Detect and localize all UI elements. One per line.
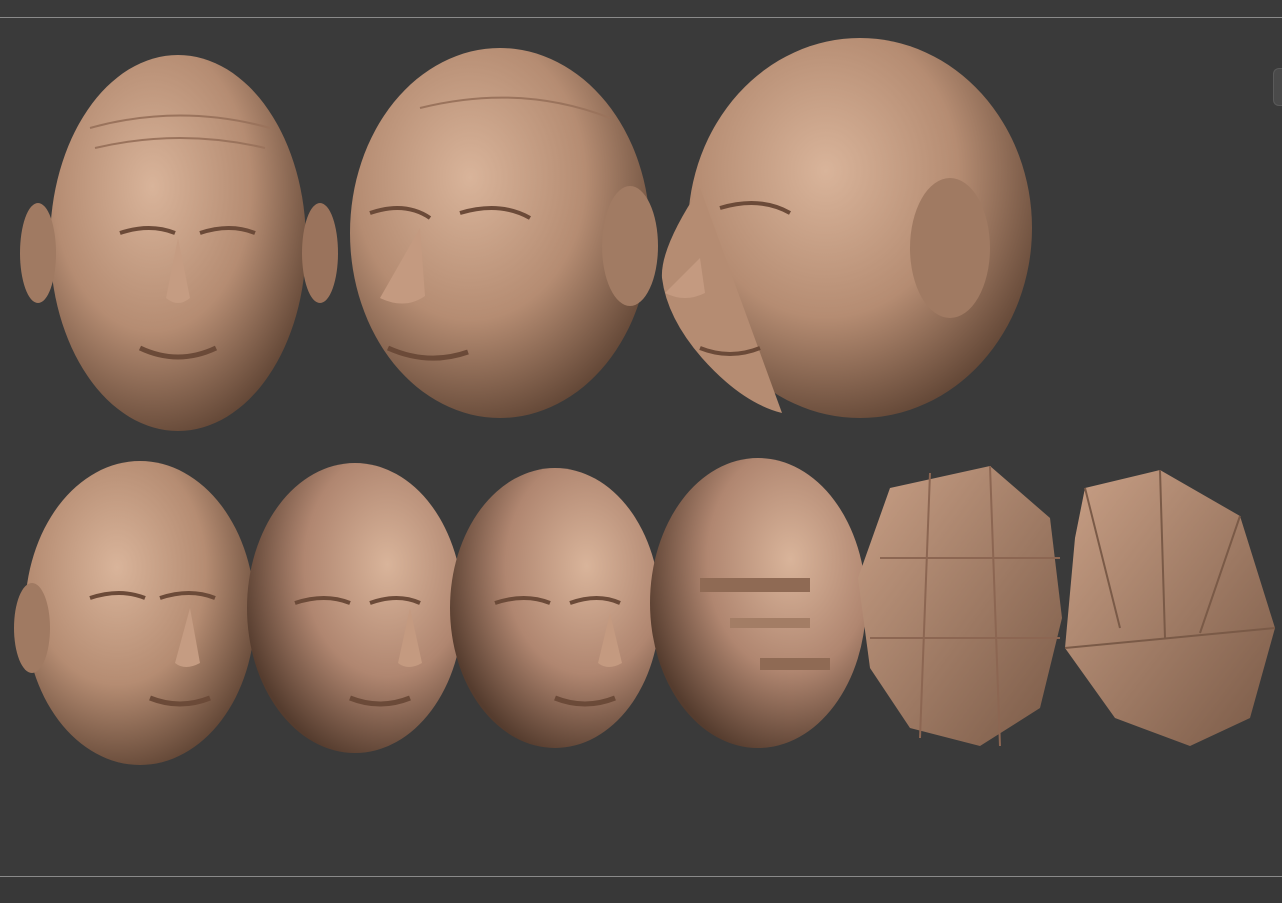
head-front-view[interactable]: [20, 55, 338, 431]
head-profile-view[interactable]: [661, 38, 1032, 418]
viewport-canvas[interactable]: [0, 18, 1282, 876]
head-subdiv-level-5[interactable]: [247, 463, 463, 753]
head-subdiv-level-6[interactable]: [14, 461, 255, 765]
head-subdiv-level-3[interactable]: [650, 458, 866, 748]
tray-toggle-handle[interactable]: [1273, 68, 1282, 106]
head-subdiv-level-2[interactable]: [858, 465, 1062, 747]
head-subdiv-level-4[interactable]: [450, 468, 660, 748]
head-three-quarter-view[interactable]: [350, 48, 658, 418]
sculpt-viewport[interactable]: [0, 18, 1282, 876]
head-subdiv-level-1[interactable]: [1064, 469, 1276, 746]
bottom-tray: [0, 877, 1282, 903]
